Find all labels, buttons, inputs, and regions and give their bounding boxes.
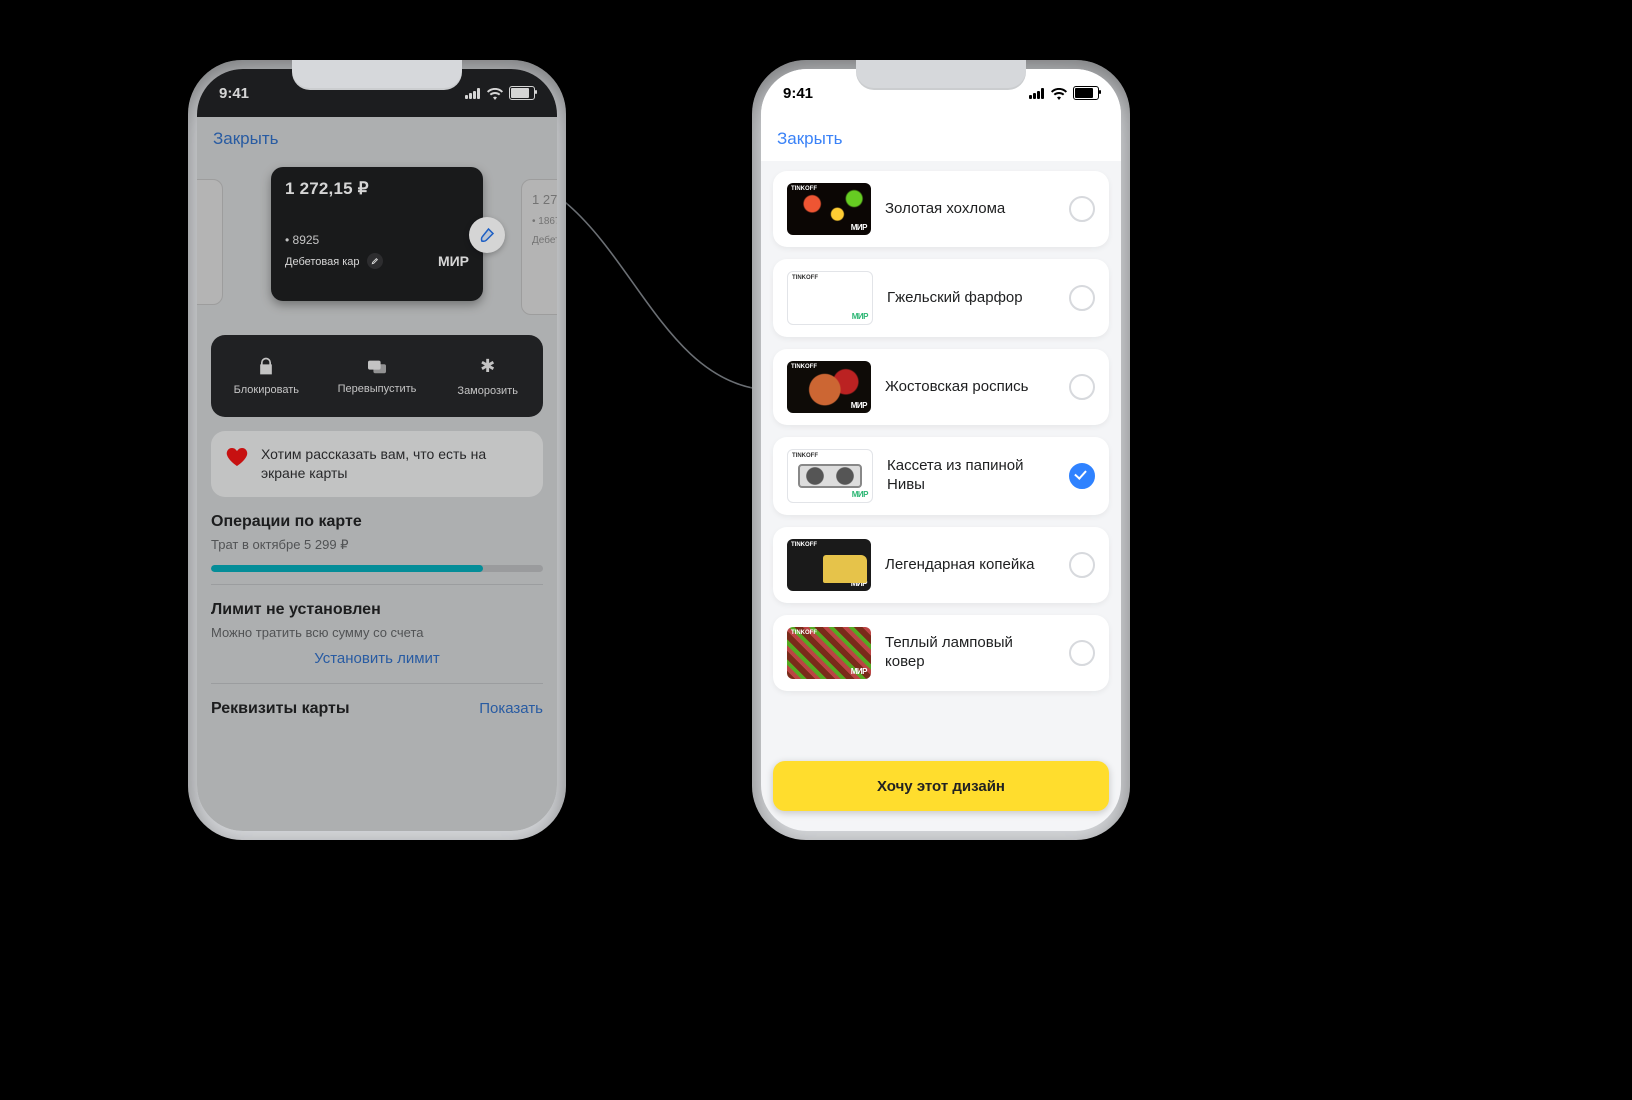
design-name: Кассета из папиной Нивы [887,457,1055,495]
design-thumbnail: TINKOFF МИР [787,627,871,679]
card-balance: 1 272,15 ₽ [285,179,469,199]
design-name: Жостовская роспись [885,378,1055,397]
lock-icon [256,356,276,376]
signal-icon [1029,88,1045,99]
info-banner[interactable]: Хотим рассказать вам, что есть на экране… [211,431,543,497]
cards-icon [366,357,388,375]
next-card-type: Дебето [532,235,557,246]
next-card-pan: • 1867 [532,216,557,227]
phone-notch [856,60,1026,90]
requisites-title: Реквизиты карты [211,700,350,718]
design-option[interactable]: TINKOFF МИР Золотая хохлома [773,171,1109,247]
block-card-button[interactable]: Блокировать [211,335,322,417]
design-option[interactable]: TINKOFF МИР Теплый ламповый ковер [773,615,1109,691]
status-time: 9:41 [783,85,813,102]
tinkoff-wordmark: TINKOFF [791,542,817,548]
design-name: Теплый ламповый ковер [885,634,1055,672]
limit-sub: Можно тратить всю сумму со счета [211,625,543,640]
tinkoff-wordmark: TINKOFF [791,186,817,192]
next-card-peek[interactable]: 1 272, • 1867 Дебето [521,179,557,315]
rename-card-icon[interactable] [367,253,383,269]
operations-section[interactable]: Операции по карте Трат в октябре 5 299 ₽ [211,513,543,585]
radio-unselected[interactable] [1069,285,1095,311]
design-thumbnail: TINKOFF МИР [787,271,873,325]
divider [211,683,543,684]
prev-card-peek[interactable] [197,179,223,305]
status-icons [465,86,535,100]
brush-icon [478,226,496,244]
active-card[interactable]: 1 272,15 ₽ • 8925 Дебетовая кар МИР [271,167,483,301]
mir-logo: МИР [438,253,469,269]
block-label: Блокировать [234,384,299,396]
design-option[interactable]: TINKOFF МИР Легендарная копейка [773,527,1109,603]
design-list[interactable]: TINKOFF МИР Золотая хохлома TINKOFF МИР Гжель… [761,161,1121,781]
tinkoff-wordmark: TINKOFF [791,630,817,636]
freeze-label: Заморозить [457,385,518,397]
wifi-icon [487,87,503,99]
radio-selected[interactable] [1069,463,1095,489]
radio-unselected[interactable] [1069,640,1095,666]
card-type-label: Дебетовая кар [285,253,383,269]
phone-notch [292,60,462,90]
stage: 9:41 Закрыть 1 272,15 ₽ • 8925 [0,0,1632,1100]
design-thumbnail: TINKOFF МИР [787,449,873,503]
radio-unselected[interactable] [1069,196,1095,222]
design-thumbnail: TINKOFF МИР [787,361,871,413]
limit-title: Лимит не установлен [211,601,543,619]
battery-icon [1073,86,1099,100]
close-button[interactable]: Закрыть [777,129,842,149]
mir-logo: МИР [851,223,867,232]
design-name: Легендарная копейка [885,556,1055,575]
status-time: 9:41 [219,85,249,102]
limit-section: Лимит не установлен Можно тратить всю су… [211,601,543,679]
battery-icon [509,86,535,100]
reissue-card-button[interactable]: Перевыпустить [322,335,433,417]
wifi-icon [1051,87,1067,99]
design-name: Золотая хохлома [885,200,1055,219]
design-name: Гжельский фарфор [887,289,1055,308]
design-thumbnail: TINKOFF МИР [787,183,871,235]
snowflake-icon: ✱ [480,356,495,377]
reissue-label: Перевыпустить [338,383,417,395]
design-option[interactable]: TINKOFF МИР Кассета из папиной Нивы [773,437,1109,515]
mir-logo: МИР [851,667,867,676]
phone-design-picker: 9:41 Закрыть TINKOFFМИРЗолотая хохломаTI… [752,60,1130,840]
mir-logo: МИР [851,401,867,410]
card-carousel[interactable]: 1 272,15 ₽ • 8925 Дебетовая кар МИР [197,161,557,329]
design-option[interactable]: TINKOFF МИР Жостовская роспись [773,349,1109,425]
signal-icon [465,88,481,99]
design-thumbnail: TINKOFF МИР [787,539,871,591]
show-requisites-button[interactable]: Показать [479,700,543,717]
operations-sub: Трат в октябре 5 299 ₽ [211,537,543,553]
design-option[interactable]: TINKOFF МИР Гжельский фарфор [773,259,1109,337]
heart-icon [225,445,249,469]
radio-unselected[interactable] [1069,552,1095,578]
status-icons [1029,86,1099,100]
banner-text: Хотим рассказать вам, что есть на экране… [261,445,529,483]
close-button[interactable]: Закрыть [213,129,278,149]
freeze-card-button[interactable]: ✱ Заморозить [432,335,543,417]
card-actions: Блокировать Перевыпустить ✱ Заморозить [211,335,543,417]
tinkoff-wordmark: TINKOFF [792,275,818,281]
next-card-balance: 1 272, [532,192,557,207]
confirm-design-button[interactable]: Хочу этот дизайн [773,761,1109,811]
radio-unselected[interactable] [1069,374,1095,400]
mir-logo: МИР [852,490,868,499]
operations-title: Операции по карте [211,513,543,531]
modal-header: Закрыть [761,117,1121,161]
modal-header: Закрыть [197,117,557,161]
spend-progress [211,565,543,572]
phone-card-details: 9:41 Закрыть 1 272,15 ₽ • 8925 [188,60,566,840]
requisites-row[interactable]: Реквизиты карты Показать [211,700,543,718]
change-design-button[interactable] [469,217,505,253]
card-pan-masked: • 8925 [285,233,469,247]
set-limit-button[interactable]: Установить лимит [211,650,543,667]
tinkoff-wordmark: TINKOFF [791,364,817,370]
mir-logo: МИР [851,579,867,588]
mir-logo: МИР [852,312,868,321]
tinkoff-wordmark: TINKOFF [792,453,818,459]
